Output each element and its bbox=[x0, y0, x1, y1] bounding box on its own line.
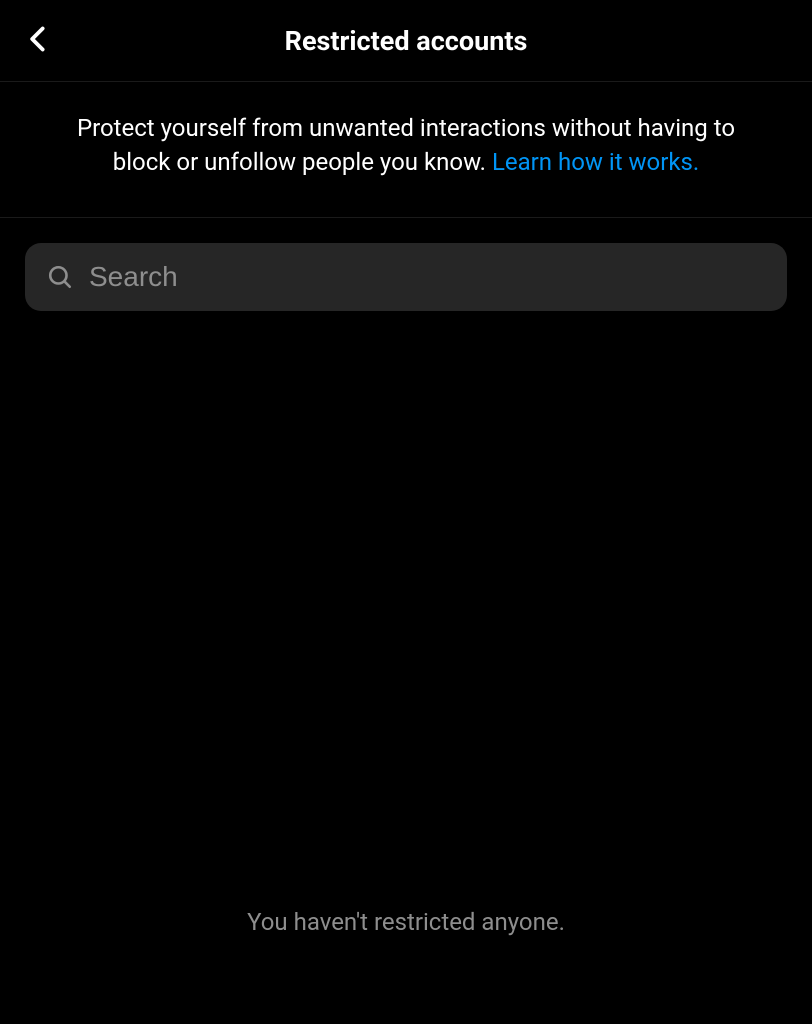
empty-state-message: You haven't restricted anyone. bbox=[0, 908, 812, 936]
description-section: Protect yourself from unwanted interacti… bbox=[0, 82, 812, 218]
learn-how-link[interactable]: Learn how it works. bbox=[492, 148, 699, 176]
header: Restricted accounts bbox=[0, 0, 812, 82]
search-input[interactable] bbox=[89, 261, 765, 293]
description-text: Protect yourself from unwanted interacti… bbox=[50, 112, 762, 179]
search-icon bbox=[47, 264, 73, 290]
back-button[interactable] bbox=[18, 21, 58, 61]
search-container[interactable] bbox=[25, 243, 787, 311]
chevron-left-icon bbox=[24, 21, 52, 60]
page-title: Restricted accounts bbox=[285, 25, 528, 57]
empty-state: You haven't restricted anyone. bbox=[0, 908, 812, 936]
search-section bbox=[0, 218, 812, 311]
